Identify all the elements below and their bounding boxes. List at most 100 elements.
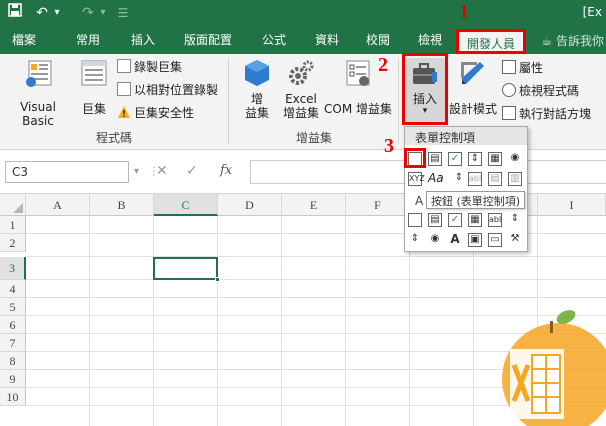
tab-home[interactable]: 常用 <box>76 32 100 48</box>
run-dialog-icon <box>502 106 516 120</box>
tab-formulas[interactable]: 公式 <box>262 32 286 48</box>
tab-view[interactable]: 檢視 <box>418 32 442 48</box>
macro-security-button[interactable]: 巨集安全性 <box>117 104 194 121</box>
activex-toggle-icon[interactable]: ▭ <box>488 233 502 247</box>
select-all-corner[interactable] <box>0 194 26 216</box>
com-addins-label: COM 增益集 <box>324 102 392 116</box>
macro-security-label: 巨集安全性 <box>134 106 195 120</box>
annotation-number-3: 3 <box>384 135 394 157</box>
list-box-icon[interactable]: ▦ <box>488 152 502 166</box>
row-header[interactable]: 8 <box>0 352 26 370</box>
redo-icon[interactable]: ↷ <box>80 3 96 23</box>
grid-line <box>26 297 606 298</box>
record-macro-button[interactable]: 錄製巨集 <box>117 58 182 75</box>
excel-addins-label-line2: 增益集 <box>282 106 319 120</box>
tab-data[interactable]: 資料 <box>315 32 339 48</box>
checkbox-icon[interactable]: ✓ <box>448 152 462 166</box>
grid-line <box>26 279 606 280</box>
design-mode-icon <box>461 62 484 84</box>
activex-image-icon[interactable]: ▣ <box>468 233 482 247</box>
activex-option-icon[interactable]: ◉ <box>428 233 442 247</box>
tab-review[interactable]: 校閱 <box>366 32 390 48</box>
undo-dropdown-icon[interactable]: ▾ <box>52 3 62 23</box>
record-macro-icon <box>117 59 131 73</box>
excel-addins-button[interactable]: Excel 增益集 <box>281 58 321 120</box>
fill-handle[interactable] <box>215 277 220 282</box>
title-bar: ↶ ▾ ↷ ▾ ☰ [Ex <box>0 0 606 26</box>
text-field-icon[interactable]: abl <box>468 172 482 186</box>
group-separator <box>398 58 399 144</box>
name-box[interactable]: C3 <box>5 161 129 183</box>
combo-box-icon[interactable]: ▤ <box>428 152 442 166</box>
redo-dropdown-icon[interactable]: ▾ <box>98 3 108 23</box>
button-control-tooltip: 按鈕 (表單控制項) <box>426 191 526 209</box>
warning-icon <box>118 106 130 118</box>
group-separator <box>228 58 229 144</box>
column-header[interactable]: B <box>90 194 154 216</box>
group-box-icon[interactable]: XYZ <box>408 172 425 186</box>
row-header[interactable]: 6 <box>0 316 26 334</box>
activex-spin-icon[interactable]: ⇕ <box>408 233 422 247</box>
combo-drop-edit-icon[interactable]: ▥ <box>508 172 522 186</box>
annotation-number-1: 1 <box>459 1 469 23</box>
tab-developer[interactable]: 開發人員 <box>456 29 527 54</box>
activex-checkbox-icon[interactable]: ✓ <box>448 213 462 227</box>
activex-label-icon[interactable]: A <box>448 233 462 247</box>
row-header[interactable]: 3 <box>0 257 26 280</box>
row-header[interactable]: 2 <box>0 234 26 252</box>
excel-addins-label-line1: Excel <box>285 92 317 106</box>
insert-function-icon[interactable]: fx <box>220 163 232 178</box>
row-header[interactable]: 7 <box>0 334 26 352</box>
activex-button-icon[interactable] <box>408 213 422 227</box>
row-header[interactable]: 1 <box>0 216 26 234</box>
annotation-number-2: 2 <box>378 54 388 76</box>
row-header[interactable]: 5 <box>0 298 26 316</box>
activex-list-icon[interactable]: ▦ <box>468 213 482 227</box>
tab-insert[interactable]: 插入 <box>131 32 155 48</box>
addins-label-line2: 益集 <box>244 106 269 120</box>
grid-line <box>345 216 346 426</box>
enter-icon[interactable]: ✓ <box>186 163 198 179</box>
active-cell-c3[interactable] <box>153 257 218 280</box>
row-header[interactable]: 9 <box>0 370 26 388</box>
column-header[interactable]: E <box>282 194 346 216</box>
addins-button[interactable]: 增 益集 <box>240 58 274 120</box>
relative-reference-label: 以相對位置錄製 <box>134 83 219 97</box>
tell-me-search[interactable]: ☕ 告訴我你 <box>541 32 604 49</box>
visual-basic-label: Visual Basic <box>20 100 56 128</box>
column-header[interactable]: D <box>218 194 282 216</box>
design-mode-button[interactable]: 設計模式 <box>448 58 498 116</box>
save-icon[interactable] <box>6 3 24 23</box>
view-code-button[interactable]: 檢視程式碼 <box>502 82 579 99</box>
activex-scrollbar-icon[interactable]: ⇕ <box>508 213 522 227</box>
view-code-icon <box>502 83 516 97</box>
option-button-icon[interactable]: ◉ <box>508 152 522 166</box>
row-header[interactable]: 10 <box>0 388 26 406</box>
more-controls-icon[interactable]: ⚒ <box>508 233 522 247</box>
combo-list-edit-icon[interactable]: ▤ <box>488 172 502 186</box>
column-header[interactable]: F <box>346 194 410 216</box>
spin-button-icon[interactable]: ⇕ <box>468 152 482 166</box>
cancel-icon[interactable]: ✕ <box>156 163 168 179</box>
macros-button[interactable]: 巨集 <box>78 58 110 116</box>
relative-reference-button[interactable]: 以相對位置錄製 <box>117 81 218 98</box>
row-header[interactable]: 4 <box>0 280 26 298</box>
run-dialog-button[interactable]: 執行對話方塊 <box>502 105 591 122</box>
column-header[interactable]: A <box>26 194 90 216</box>
column-header[interactable]: C <box>154 194 218 216</box>
visual-basic-button[interactable]: Visual Basic <box>4 58 72 128</box>
tab-file[interactable]: 檔案 <box>12 32 36 48</box>
activex-combo-icon[interactable]: ▤ <box>428 213 442 227</box>
properties-button[interactable]: 屬性 <box>502 59 543 76</box>
label-control-icon[interactable]: Aa <box>428 171 444 185</box>
undo-icon[interactable]: ↶ <box>34 3 50 23</box>
visual-basic-icon <box>26 60 52 87</box>
excel-logo-watermark <box>502 310 606 426</box>
scroll-bar-icon[interactable]: ⇕ <box>452 172 466 186</box>
column-header[interactable]: I <box>538 194 606 216</box>
grid-line <box>89 216 90 426</box>
tab-page-layout[interactable]: 版面配置 <box>184 32 232 48</box>
activex-textbox-icon[interactable]: abl <box>488 213 502 227</box>
name-box-dropdown-icon[interactable]: ▾ <box>134 166 139 177</box>
customize-qat-icon[interactable]: ☰ <box>116 3 130 23</box>
